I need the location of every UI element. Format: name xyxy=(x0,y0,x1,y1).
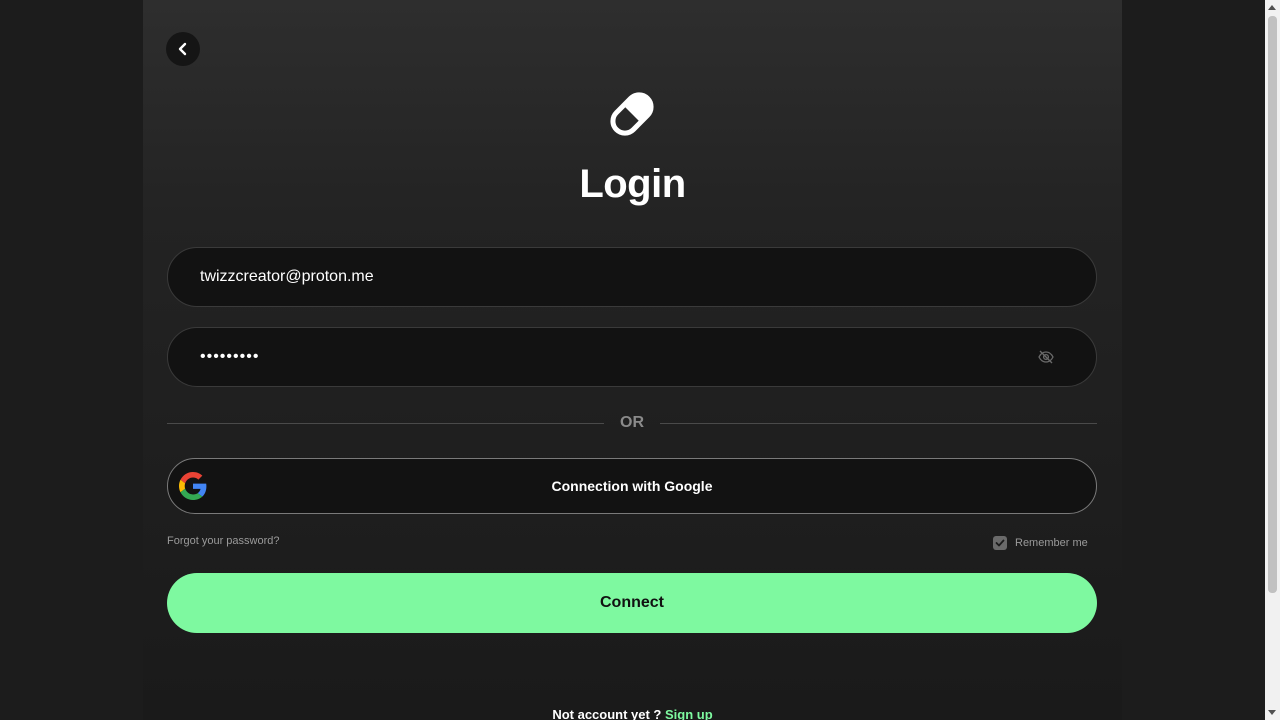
divider-line-right xyxy=(660,422,1097,424)
check-icon xyxy=(995,539,1005,547)
email-input[interactable] xyxy=(200,268,1064,286)
page-scrollbar[interactable] xyxy=(1265,0,1280,720)
or-divider: OR xyxy=(167,412,1097,434)
password-input[interactable] xyxy=(200,348,1036,366)
password-field[interactable] xyxy=(167,327,1097,387)
divider-text: OR xyxy=(620,414,644,431)
connect-button[interactable]: Connect xyxy=(167,573,1097,633)
scroll-down-arrow-icon[interactable] xyxy=(1268,710,1276,715)
remember-me-label: Remember me xyxy=(1015,537,1088,549)
divider-line-left xyxy=(167,422,604,424)
login-panel: Login OR Connection with Google Forgot y… xyxy=(143,0,1122,720)
email-field[interactable] xyxy=(167,247,1097,307)
scroll-up-arrow-icon[interactable] xyxy=(1268,5,1276,10)
scrollbar-thumb[interactable] xyxy=(1268,16,1277,593)
password-visibility-toggle[interactable] xyxy=(1036,347,1056,367)
remember-me[interactable]: Remember me xyxy=(993,536,1088,550)
back-button[interactable] xyxy=(166,32,200,66)
signup-link[interactable]: Sign up xyxy=(665,707,713,720)
google-icon xyxy=(179,472,207,500)
google-login-button[interactable]: Connection with Google xyxy=(167,458,1097,514)
chevron-left-icon xyxy=(178,42,187,56)
pill-icon xyxy=(610,92,654,136)
page-title: Login xyxy=(579,162,686,206)
google-login-label: Connection with Google xyxy=(551,478,713,494)
remember-me-checkbox[interactable] xyxy=(993,536,1007,550)
forgot-password-link[interactable]: Forgot your password? xyxy=(167,535,280,547)
signup-prompt: Not account yet ? Sign up xyxy=(143,707,1122,720)
eye-off-icon xyxy=(1038,350,1054,364)
signup-prompt-text: Not account yet ? xyxy=(552,707,662,720)
